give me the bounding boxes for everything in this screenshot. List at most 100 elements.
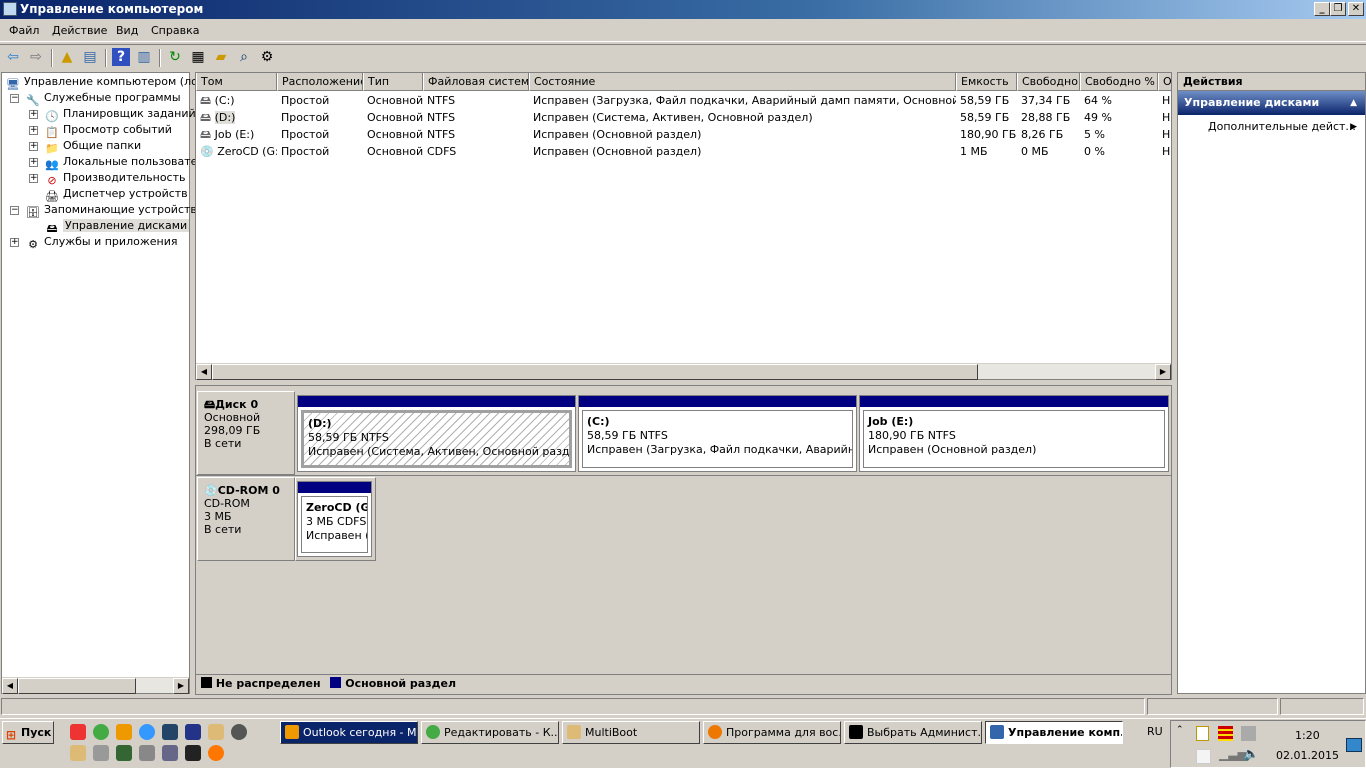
- folder-icon[interactable]: [208, 724, 224, 740]
- column-header-free[interactable]: Свободно: [1017, 73, 1080, 91]
- tree-item-event-viewer[interactable]: 📋 Просмотр событий: [44, 122, 172, 139]
- task-outlook[interactable]: Outlook сегодня - M...: [280, 721, 418, 744]
- show-hidden-icons[interactable]: ⌃: [1176, 725, 1184, 735]
- scroll-thumb[interactable]: [18, 678, 136, 694]
- tree-item-device-manager[interactable]: 🖨 Диспетчер устройств: [44, 186, 188, 203]
- menu-file[interactable]: Файл: [9, 24, 39, 37]
- network-icon[interactable]: [231, 724, 247, 740]
- disk-0-label[interactable]: 🖴Диск 0 Основной 298,09 ГБ В сети: [197, 391, 295, 475]
- clock-time[interactable]: 1:20: [1295, 729, 1320, 742]
- task-multiboot[interactable]: MultiBoot: [562, 721, 700, 744]
- tree-item-local-users[interactable]: 👥 Локальные пользовател: [44, 154, 204, 171]
- expand-toggle[interactable]: +: [29, 158, 38, 167]
- tree-item-storage[interactable]: 🗄 Запоминающие устройства: [25, 202, 204, 219]
- expand-toggle[interactable]: +: [10, 238, 19, 247]
- expand-toggle[interactable]: +: [29, 126, 38, 135]
- actions-section-disk-management[interactable]: Управление дисками ▲: [1178, 91, 1365, 115]
- collapse-toggle[interactable]: −: [10, 94, 19, 103]
- folder-icon[interactable]: [70, 745, 86, 761]
- back-icon[interactable]: ⇦: [4, 48, 22, 66]
- partition-e[interactable]: Job (E:) 180,90 ГБ NTFS Исправен (Основной…: [859, 395, 1169, 472]
- show-hide-tree-icon[interactable]: ▤: [81, 48, 99, 66]
- scroll-thumb[interactable]: [212, 364, 978, 380]
- tray-meter-icon[interactable]: [1218, 726, 1233, 741]
- monitor-icon[interactable]: [116, 745, 132, 761]
- library-icon[interactable]: [162, 745, 178, 761]
- collapse-toggle[interactable]: −: [10, 206, 19, 215]
- column-header-layout[interactable]: Расположение: [277, 73, 363, 91]
- column-header-free-percent[interactable]: Свободно %: [1080, 73, 1158, 91]
- help-icon[interactable]: ?: [112, 48, 130, 66]
- tree-item-task-scheduler[interactable]: 🕓 Планировщик заданий: [44, 106, 196, 123]
- start-button[interactable]: ⊞ Пуск: [2, 721, 54, 744]
- expand-toggle[interactable]: +: [29, 142, 38, 151]
- recycle-icon[interactable]: [93, 745, 109, 761]
- search-icon[interactable]: ⌕: [235, 48, 253, 66]
- remote-desktop-icon[interactable]: [185, 724, 201, 740]
- tree-item-disk-management[interactable]: 🖴 Управление дисками: [44, 218, 190, 235]
- expand-toggle[interactable]: +: [29, 110, 38, 119]
- printer-icon[interactable]: [139, 745, 155, 761]
- forward-icon[interactable]: ⇨: [27, 48, 45, 66]
- scroll-right-button[interactable]: ▶: [173, 678, 189, 694]
- menu-action[interactable]: Действие: [52, 24, 107, 37]
- volume-icon[interactable]: 🔈: [1243, 747, 1259, 762]
- close-button[interactable]: ✕: [1348, 2, 1364, 16]
- tree-item-system-tools[interactable]: 🔧 Служебные программы: [25, 90, 180, 107]
- tree-horizontal-scrollbar[interactable]: ◀ ▶: [2, 677, 189, 694]
- quicklaunch-app-icon[interactable]: [70, 724, 86, 740]
- scroll-left-button[interactable]: ◀: [2, 678, 18, 694]
- open-folder-icon[interactable]: ▰: [212, 48, 230, 66]
- language-indicator[interactable]: RU: [1147, 725, 1163, 738]
- firefox-icon: [708, 725, 722, 739]
- menu-view[interactable]: Вид: [116, 24, 138, 37]
- column-header-type[interactable]: Тип: [363, 73, 423, 91]
- up-folder-icon[interactable]: ▲: [58, 48, 76, 66]
- refresh-icon[interactable]: ↻: [166, 48, 184, 66]
- scroll-right-button[interactable]: ▶: [1155, 364, 1171, 380]
- cdrom-0-label[interactable]: 💿CD-ROM 0 CD-ROM 3 МБ В сети: [197, 477, 295, 561]
- table-horizontal-scrollbar[interactable]: ◀ ▶: [196, 363, 1171, 380]
- show-desktop-icon[interactable]: [162, 724, 178, 740]
- column-header-fault[interactable]: О: [1158, 73, 1172, 91]
- minimize-button[interactable]: _: [1314, 2, 1330, 16]
- scroll-left-button[interactable]: ◀: [196, 364, 212, 380]
- internet-explorer-icon[interactable]: [139, 724, 155, 740]
- task-computer-management[interactable]: Управление комп...: [985, 721, 1123, 744]
- properties-icon[interactable]: ▦: [189, 48, 207, 66]
- column-header-filesystem[interactable]: Файловая система: [423, 73, 529, 91]
- status-section: [1, 698, 1145, 715]
- column-header-status[interactable]: Состояние: [529, 73, 956, 91]
- cell-text: CDFS: [427, 145, 457, 158]
- partition-name: (C:): [587, 415, 610, 428]
- partition-c[interactable]: (C:) 58,59 ГБ NTFS Исправен (Загрузка, Фай…: [578, 395, 857, 472]
- app-2-icon[interactable]: [208, 745, 224, 761]
- clock-date[interactable]: 02.01.2015: [1276, 749, 1339, 762]
- tree-item-services-apps[interactable]: ⚙ Службы и приложения: [25, 234, 177, 251]
- media-icon[interactable]: [185, 745, 201, 761]
- disk-size: 298,09 ГБ: [204, 424, 261, 437]
- settings-icon[interactable]: ⚙: [258, 48, 276, 66]
- restore-button[interactable]: ❐: [1330, 2, 1346, 16]
- tree-item-shared-folders[interactable]: 📁 Общие папки: [44, 138, 141, 155]
- menu-help[interactable]: Справка: [151, 24, 199, 37]
- chrome-icon[interactable]: [93, 724, 109, 740]
- outlook-icon[interactable]: [116, 724, 132, 740]
- task-chrome[interactable]: Редактировать - К...: [421, 721, 559, 744]
- task-cmd[interactable]: Выбрать Админист...: [844, 721, 982, 744]
- tray-blank-icon[interactable]: [1196, 749, 1211, 764]
- services-icon: ⚙: [28, 238, 38, 251]
- tray-device-icon[interactable]: [1241, 726, 1256, 741]
- column-header-volume[interactable]: Том: [196, 73, 277, 91]
- show-hide-action-pane-icon[interactable]: ▥: [135, 48, 153, 66]
- tree-item-computer-management[interactable]: 🖥 Управление компьютером (лока: [5, 74, 211, 91]
- tree-item-performance[interactable]: ⊘ Производительность: [44, 170, 185, 187]
- more-actions-item[interactable]: Дополнительные дейст... ▶: [1178, 115, 1365, 139]
- partition-d[interactable]: (D:) 58,59 ГБ NTFS Исправен (Система, Акти…: [297, 395, 576, 472]
- task-firefox[interactable]: Программа для вос...: [703, 721, 841, 744]
- column-header-capacity[interactable]: Емкость: [956, 73, 1017, 91]
- tray-app-icon[interactable]: [1196, 726, 1209, 741]
- partition-g[interactable]: ZeroCD (G3 МБ CDFSИсправен (С: [297, 481, 372, 557]
- show-desktop-icon[interactable]: [1346, 738, 1362, 752]
- expand-toggle[interactable]: +: [29, 174, 38, 183]
